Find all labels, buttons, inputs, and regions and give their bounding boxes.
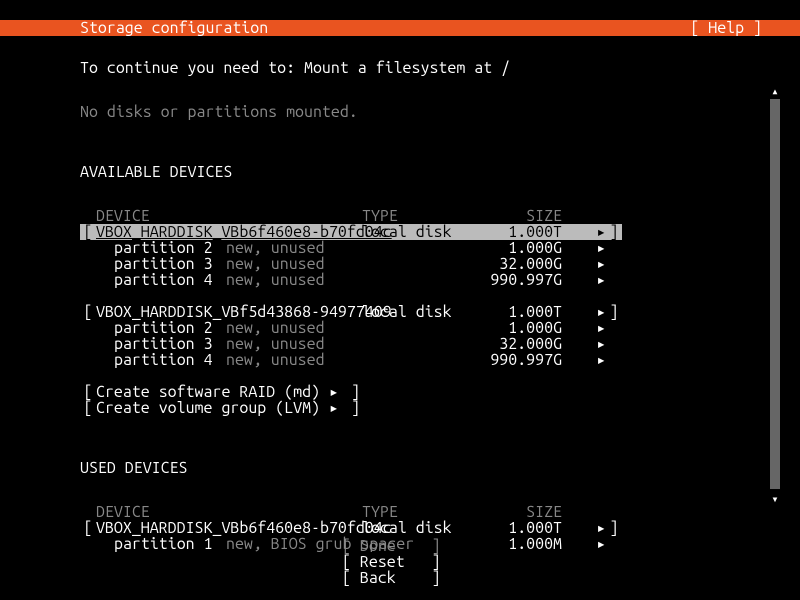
chevron-right-icon: ▸	[562, 352, 606, 368]
mounted-status: No disks or partitions mounted.	[80, 104, 800, 120]
col-type: TYPE	[362, 208, 472, 224]
reset-button[interactable]: [ Reset ]	[342, 554, 458, 570]
chevron-right-icon: ▸	[562, 520, 606, 536]
partition-row[interactable]: partition 3new, unused 32.000G ▸	[80, 256, 800, 272]
partition-row[interactable]: partition 3new, unused 32.000G ▸	[80, 336, 800, 352]
disk-row-1[interactable]: [ VBOX_HARDDISK_VBb6f460e8-b70fd04c loca…	[80, 224, 622, 240]
available-devices-heading: AVAILABLE DEVICES	[80, 164, 800, 180]
continue-prompt: To continue you need to: Mount a filesys…	[80, 60, 800, 76]
help-button[interactable]: [ Help ]	[690, 20, 790, 36]
disk-type: local disk	[362, 224, 472, 240]
back-button[interactable]: [ Back ]	[342, 570, 458, 586]
chevron-right-icon: ▸	[562, 240, 606, 256]
col-device: DEVICE	[96, 208, 362, 224]
partition-row[interactable]: partition 2new, unused 1.000G ▸	[80, 240, 800, 256]
partition-size: 1.000G	[472, 240, 562, 256]
partition-row[interactable]: partition 2new, unused 1.000G ▸	[80, 320, 800, 336]
disk-size: 1.000T	[472, 224, 562, 240]
scrollbar[interactable]: ▴ ▾	[770, 84, 780, 504]
scroll-down-icon[interactable]: ▾	[771, 492, 778, 504]
used-column-headers: DEVICE TYPE SIZE	[80, 504, 800, 520]
scroll-up-icon[interactable]: ▴	[771, 84, 778, 96]
partition-row[interactable]: partition 4new, unused 990.997G ▸	[80, 352, 800, 368]
bracket-right: ]	[606, 224, 622, 240]
partition-row[interactable]: partition 4new, unused 990.997G ▸	[80, 272, 800, 288]
done-button[interactable]: [ Done ]	[342, 538, 458, 554]
chevron-right-icon: ▸	[562, 336, 606, 352]
header-bar: Storage configuration [ Help ]	[0, 20, 800, 36]
create-lvm-button[interactable]: [ Create volume group (LVM) ▸ ]	[80, 400, 800, 416]
available-column-headers: DEVICE TYPE SIZE	[80, 208, 800, 224]
chevron-right-icon: ▸	[562, 256, 606, 272]
partition-label: partition 2new, unused	[96, 240, 362, 256]
disk-name: VBOX_HARDDISK_VBf5d43868-94977409	[96, 304, 362, 320]
chevron-right-icon: ▸	[562, 224, 606, 240]
chevron-right-icon: ▸	[562, 320, 606, 336]
disk-name: VBOX_HARDDISK_VBb6f460e8-b70fd04c	[96, 224, 362, 240]
bracket-left: [	[80, 224, 96, 240]
footer-buttons: [ Done ] [ Reset ] [ Back ]	[0, 538, 800, 586]
chevron-right-icon: ▸	[329, 399, 339, 417]
col-size: SIZE	[472, 208, 562, 224]
chevron-right-icon: ▸	[562, 272, 606, 288]
disk-row-2[interactable]: [ VBOX_HARDDISK_VBf5d43868-94977409 loca…	[80, 304, 800, 320]
chevron-right-icon: ▸	[562, 304, 606, 320]
page-title: Storage configuration	[10, 20, 268, 36]
used-disk-row[interactable]: [ VBOX_HARDDISK_VBb6f460e8-b70fd04c loca…	[80, 520, 800, 536]
used-devices-heading: USED DEVICES	[80, 460, 800, 476]
create-raid-button[interactable]: [ Create software RAID (md) ▸ ]	[80, 384, 800, 400]
scrollbar-track[interactable]	[770, 99, 780, 489]
content-area: To continue you need to: Mount a filesys…	[0, 52, 800, 600]
